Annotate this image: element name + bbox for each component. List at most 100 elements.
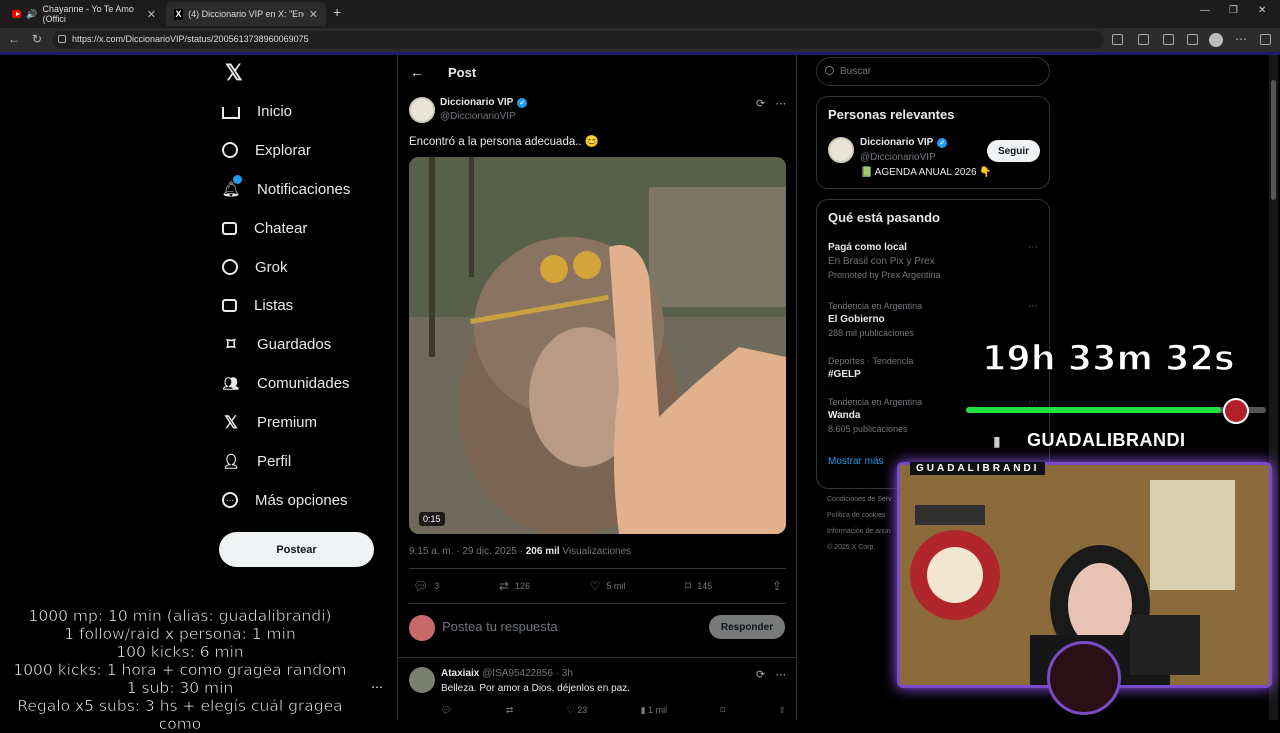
trend-sub: 288 mil publicaciones bbox=[828, 328, 915, 338]
more-icon[interactable]: ⋯ bbox=[1028, 301, 1038, 312]
relevant-name[interactable]: Diccionario VIP ✓ bbox=[860, 137, 948, 148]
x-logo-icon[interactable]: 𝕏 bbox=[225, 60, 243, 86]
more-icon[interactable]: ⋯ bbox=[371, 680, 383, 694]
extensions-icon[interactable] bbox=[1112, 34, 1123, 45]
trend-item[interactable]: Pagá como local En Brasil con Pix y Prex… bbox=[828, 242, 1038, 280]
nav-label: Explorar bbox=[255, 141, 311, 159]
repost-action[interactable]: ⇄ 126 bbox=[499, 579, 530, 593]
grok-icon[interactable]: ⟳ bbox=[756, 668, 765, 681]
video-frame bbox=[409, 157, 786, 534]
nav-item-inicio[interactable]: Inicio bbox=[222, 92, 350, 131]
trend-promoted: Promoted by Prex Argentina bbox=[828, 270, 941, 280]
sidebar-icon[interactable] bbox=[1260, 34, 1271, 45]
copyright: © 2025 X Corp. bbox=[827, 544, 876, 551]
youtube-icon bbox=[12, 10, 22, 18]
reply-count: 3 bbox=[434, 581, 440, 591]
bookmark-action[interactable]: ⌑ 145 bbox=[685, 579, 712, 593]
show-more-link[interactable]: Mostrar más bbox=[828, 456, 884, 467]
post-column: ← Post Diccionario VIP ✓ @DiccionarioVIP … bbox=[397, 55, 797, 720]
footer-link[interactable]: Información de anun bbox=[827, 524, 892, 540]
tab-x[interactable]: X (4) Diccionario VIP en X: "Encontró ✕ bbox=[166, 2, 326, 26]
author-avatar[interactable] bbox=[409, 97, 435, 123]
nav-item-explorar[interactable]: Explorar bbox=[222, 131, 350, 170]
nav-item-grok[interactable]: Grok bbox=[222, 248, 350, 287]
relevant-bio: 📗 AGENDA ANUAL 2026 👇 bbox=[860, 167, 992, 178]
nav-label: Premium bbox=[257, 414, 318, 432]
nav-item-comunidades[interactable]: 👥︎ Comunidades bbox=[222, 364, 350, 403]
trend-item[interactable]: Tendencia en Argentina El Gobierno 288 m… bbox=[828, 301, 1038, 338]
share-icon: ⇪ bbox=[771, 579, 782, 593]
close-window-icon[interactable]: ✕ bbox=[1258, 5, 1266, 16]
views-label: Visualizaciones bbox=[559, 546, 632, 557]
minimize-icon[interactable]: — bbox=[1200, 5, 1210, 16]
relevant-handle[interactable]: @DiccionarioVIP bbox=[860, 152, 936, 163]
footer-links: Condiciones de Serv Política de cookies … bbox=[827, 492, 892, 556]
post-video[interactable]: 0:15 bbox=[409, 157, 786, 534]
close-icon[interactable]: ✕ bbox=[309, 8, 318, 21]
list-icon bbox=[222, 299, 237, 313]
grok-icon[interactable]: ⟳ bbox=[756, 97, 765, 110]
relevant-people-card: Personas relevantes Diccionario VIP ✓ @Di… bbox=[816, 96, 1050, 189]
share-icon[interactable]: ⇪ bbox=[778, 705, 786, 716]
timestamp: 9:15 a. m. · 29 dic. 2025 · bbox=[409, 546, 526, 557]
user-avatar bbox=[409, 615, 435, 641]
collections-icon[interactable] bbox=[1163, 34, 1174, 45]
maximize-icon[interactable]: ❐ bbox=[1229, 5, 1238, 16]
more-icon[interactable]: ⋯ bbox=[1028, 242, 1038, 253]
post-button[interactable]: Postear bbox=[219, 532, 374, 567]
trend-item[interactable]: Tendencia en Argentina Wanda 8.605 publi… bbox=[828, 397, 1038, 434]
nav-item-perfil[interactable]: 👤︎ Perfil bbox=[222, 442, 350, 481]
streamer-avatar bbox=[1047, 641, 1121, 715]
reply-icon[interactable]: 💬︎ bbox=[441, 705, 452, 716]
url-field[interactable]: https://x.com/DiccionarioVIP/status/2005… bbox=[52, 31, 1104, 49]
more-icon[interactable]: ⋯ bbox=[775, 668, 786, 681]
people-icon: 👥︎ bbox=[222, 375, 240, 391]
relevant-avatar[interactable] bbox=[828, 137, 854, 163]
reply-action[interactable]: 💬︎ 3 bbox=[413, 579, 439, 593]
close-icon[interactable]: ✕ bbox=[147, 8, 156, 21]
reply-button[interactable]: Responder bbox=[709, 615, 785, 639]
nav-item-mas-opciones[interactable]: ⋯ Más opciones bbox=[222, 481, 350, 520]
trend-name: Pagá como local bbox=[828, 242, 907, 253]
nav-item-chatear[interactable]: Chatear bbox=[222, 209, 350, 248]
author-name[interactable]: Diccionario VIP ✓ bbox=[440, 97, 528, 108]
menu-dots-icon[interactable]: ⋯ bbox=[1235, 32, 1247, 46]
profile-avatar[interactable] bbox=[1209, 33, 1223, 47]
new-tab-icon[interactable]: + bbox=[333, 4, 341, 20]
mail-icon bbox=[222, 221, 237, 235]
like-action[interactable]: ♡ 23 bbox=[567, 705, 588, 716]
nav-item-listas[interactable]: Listas bbox=[222, 286, 350, 325]
favorites-icon[interactable] bbox=[1138, 34, 1149, 45]
speaker-icon[interactable]: 🔊 bbox=[26, 9, 37, 20]
x-icon: 𝕏 bbox=[224, 412, 238, 432]
footer-link[interactable]: Condiciones de Serv bbox=[827, 492, 892, 508]
more-icon[interactable]: ⋯ bbox=[775, 97, 786, 110]
comment-author[interactable]: Ataxiaix @ISA95422856 · 3h bbox=[441, 668, 573, 679]
url-text: https://x.com/DiccionarioVIP/status/2005… bbox=[72, 34, 309, 44]
nav-label: Inicio bbox=[257, 102, 293, 120]
nav-item-guardados[interactable]: ⌑ Guardados bbox=[222, 325, 350, 364]
tab-youtube[interactable]: 🔊 Chayanne - Yo Te Amo (Offici ✕ bbox=[4, 2, 164, 26]
lightning-icon: ▮ bbox=[993, 433, 1001, 449]
nav-item-premium[interactable]: 𝕏 Premium bbox=[222, 403, 350, 442]
search-input[interactable]: Buscar bbox=[816, 57, 1050, 86]
views-action[interactable]: ▮ 1 mil bbox=[641, 705, 667, 716]
nav-label: Más opciones bbox=[255, 491, 348, 509]
share-action[interactable]: ⇪ bbox=[772, 579, 782, 593]
refresh-icon[interactable]: ↻ bbox=[32, 32, 42, 46]
repost-icon[interactable]: ⇄ bbox=[506, 705, 514, 716]
nav-item-notificaciones[interactable]: 🔔︎ Notificaciones bbox=[221, 170, 350, 209]
streamer-name: GUADALIBRANDI bbox=[1027, 430, 1186, 450]
reply-input[interactable]: Postea tu respuesta bbox=[442, 619, 558, 634]
footer-link[interactable]: Política de cookies bbox=[827, 508, 892, 524]
scroll-thumb[interactable] bbox=[1271, 80, 1276, 200]
bookmark-icon[interactable]: ⌑ bbox=[720, 705, 725, 716]
author-handle[interactable]: @DiccionarioVIP bbox=[440, 111, 516, 122]
comment-avatar[interactable] bbox=[409, 667, 435, 693]
back-icon[interactable]: ← bbox=[8, 32, 20, 46]
follow-button[interactable]: Seguir bbox=[987, 140, 1040, 162]
like-action[interactable]: ♡ 5 mil bbox=[590, 579, 626, 593]
address-bar-row: ← ↻ https://x.com/DiccionarioVIP/status/… bbox=[0, 28, 1280, 52]
shield-icon[interactable] bbox=[1187, 34, 1198, 45]
back-arrow-icon[interactable]: ← bbox=[410, 64, 424, 80]
